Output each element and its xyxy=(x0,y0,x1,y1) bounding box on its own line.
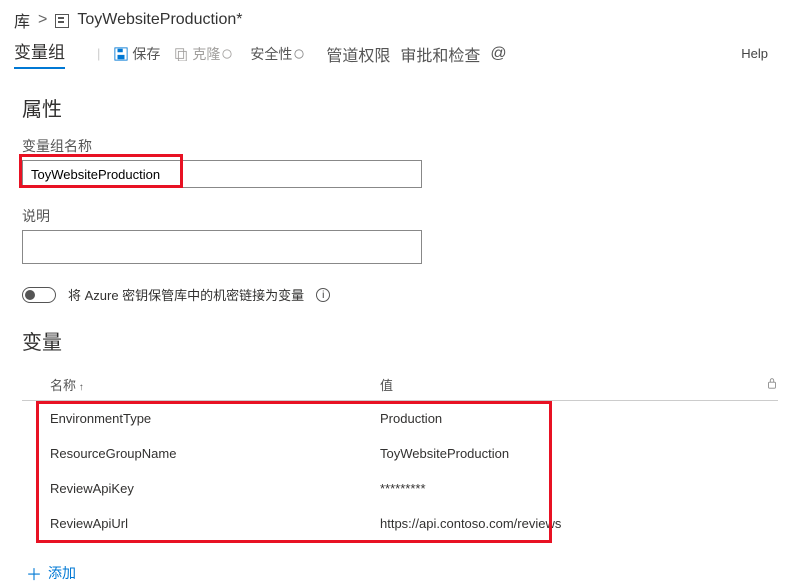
var-name[interactable]: EnvironmentType xyxy=(50,411,380,426)
var-value[interactable]: ********* xyxy=(380,481,778,496)
toolbar-divider: | xyxy=(97,46,100,61)
keyvault-toggle[interactable] xyxy=(22,287,56,303)
clone-icon xyxy=(174,47,188,61)
save-icon xyxy=(114,47,128,61)
security-button[interactable]: 安全性 xyxy=(250,44,308,64)
lock-icon xyxy=(294,46,308,62)
page-title: ToyWebsiteProduction* xyxy=(77,11,242,29)
toolbar: 变量组 | 保存 克隆 安全性 管道权限 审批和检查 @ Help xyxy=(0,34,800,75)
clone-button[interactable]: 克隆 xyxy=(174,44,236,64)
var-name[interactable]: ReviewApiKey xyxy=(50,481,380,496)
breadcrumb: 库 > ToyWebsiteProduction* xyxy=(0,0,800,34)
var-name[interactable]: ReviewApiUrl xyxy=(50,516,380,531)
help-link[interactable]: Help xyxy=(741,46,768,61)
pipeline-permissions-button[interactable]: 管道权限 xyxy=(326,42,390,66)
name-label: 变量组名称 xyxy=(22,136,778,156)
table-row[interactable]: ResourceGroupName ToyWebsiteProduction xyxy=(22,436,778,471)
description-label: 说明 xyxy=(22,206,778,226)
table-row[interactable]: ReviewApiUrl https://api.contoso.com/rev… xyxy=(22,506,778,541)
table-row[interactable]: ReviewApiKey ********* xyxy=(22,471,778,506)
tab-variable-group[interactable]: 变量组 xyxy=(14,38,65,69)
variables-heading: 变量 xyxy=(22,326,778,355)
description-input[interactable] xyxy=(22,230,422,264)
add-variable-button[interactable]: ＋ 添加 xyxy=(22,547,76,585)
at-icon: @ xyxy=(490,45,506,63)
lock-icon xyxy=(766,377,778,389)
breadcrumb-root[interactable]: 库 xyxy=(14,8,30,32)
column-lock-header xyxy=(748,377,778,392)
variable-group-icon xyxy=(55,14,69,28)
var-value[interactable]: Production xyxy=(380,411,778,426)
plus-icon: ＋ xyxy=(26,561,42,585)
approvals-checks-button[interactable]: 审批和检查 xyxy=(400,42,480,66)
add-label: 添加 xyxy=(48,563,76,583)
save-label: 保存 xyxy=(132,44,160,64)
lock-icon xyxy=(222,46,236,62)
var-value[interactable]: ToyWebsiteProduction xyxy=(380,446,778,461)
column-name-header[interactable]: 名称 xyxy=(50,378,76,393)
variables-header-row: 名称 ↑ 值 xyxy=(22,369,778,401)
name-input[interactable] xyxy=(22,160,422,188)
column-value-header[interactable]: 值 xyxy=(380,375,748,394)
keyvault-toggle-label: 将 Azure 密钥保管库中的机密链接为变量 xyxy=(68,285,304,304)
breadcrumb-separator: > xyxy=(38,11,47,29)
properties-heading: 属性 xyxy=(22,93,778,122)
var-name[interactable]: ResourceGroupName xyxy=(50,446,380,461)
var-value[interactable]: https://api.contoso.com/reviews xyxy=(380,516,778,531)
security-label: 安全性 xyxy=(250,44,292,64)
table-row[interactable]: EnvironmentType Production xyxy=(22,401,778,436)
save-button[interactable]: 保存 xyxy=(114,44,160,64)
variables-body: EnvironmentType Production ResourceGroup… xyxy=(22,401,778,547)
info-icon[interactable]: i xyxy=(316,288,330,302)
clone-label: 克隆 xyxy=(192,44,220,64)
